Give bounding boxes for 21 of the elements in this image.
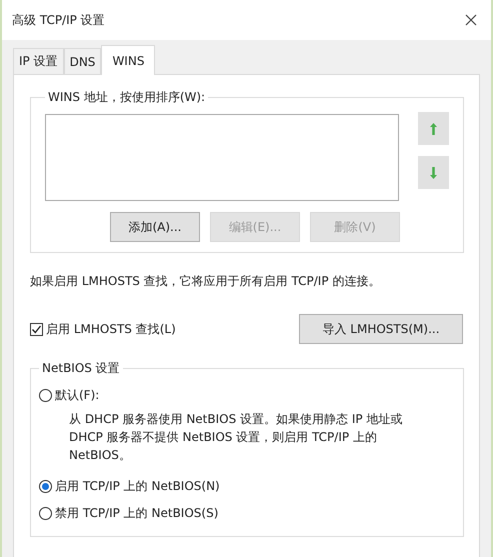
radio-label: 禁用 TCP/IP 上的 NetBIOS(S) [55, 505, 218, 522]
checkbox[interactable] [30, 322, 43, 336]
action-button[interactable]: 添加(A)... [110, 212, 200, 242]
group-label: NetBIOS 设置 [41, 360, 121, 377]
radio-label: 启用 TCP/IP 上的 NetBIOS(N) [55, 478, 220, 495]
option-description: 从 DHCP 服务器使用 NetBIOS 设置。如果使用静态 IP 地址或 DHCP 服务器不提供 NetBIOS 设置，则启用 TCP/IP 上的 NetBIOS。 [69, 411, 404, 464]
radio-button[interactable] [39, 507, 52, 520]
close-icon[interactable] [465, 14, 477, 26]
up-arrow-icon [429, 122, 438, 136]
radio-button[interactable] [39, 480, 52, 493]
group-label: WINS 地址，按使用排序(W): [47, 89, 206, 106]
tab[interactable]: DNS [64, 48, 102, 74]
down-arrow-icon [429, 166, 438, 180]
tab[interactable]: WINS [101, 45, 156, 75]
radio-label: 默认(F): [55, 387, 100, 404]
radio-button[interactable] [39, 389, 52, 402]
checkbox-label: 启用 LMHOSTS 查找(L) [46, 320, 176, 338]
lmhosts-note: 如果启用 LMHOSTS 查找，它将应用于所有启用 TCP/IP 的连接。 [30, 273, 382, 290]
import-lmhosts-button[interactable]: 导入 LMHOSTS(M)... [299, 314, 463, 344]
tab[interactable]: IP 设置 [13, 48, 64, 74]
window-title: 高级 TCP/IP 设置 [12, 12, 105, 28]
